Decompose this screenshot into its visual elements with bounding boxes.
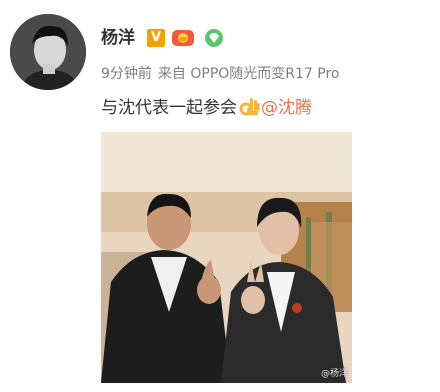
verified-badge-icon[interactable]: V xyxy=(147,29,165,47)
post-content: 与沈代表一起参会 @沈腾 xyxy=(101,95,312,124)
fist-badge-icon[interactable] xyxy=(171,29,195,47)
mention-link[interactable]: @沈腾 xyxy=(261,98,312,118)
post-source[interactable]: 来自 OPPO随光而变R17 Pro xyxy=(158,66,340,82)
username[interactable]: 杨洋 xyxy=(101,28,135,48)
post-text: 与沈代表一起参会 xyxy=(101,98,237,118)
photo-watermark: @杨洋 xyxy=(320,369,348,379)
avatar[interactable] xyxy=(10,14,86,90)
ok-hand-emoji-icon xyxy=(238,95,260,124)
post-time[interactable]: 9分钟前 xyxy=(101,66,152,82)
post-photo[interactable]: @杨洋 xyxy=(101,132,352,383)
diamond-badge-icon[interactable] xyxy=(203,29,225,47)
post-meta: 9分钟前 来自 OPPO随光而变R17 Pro xyxy=(101,66,340,82)
